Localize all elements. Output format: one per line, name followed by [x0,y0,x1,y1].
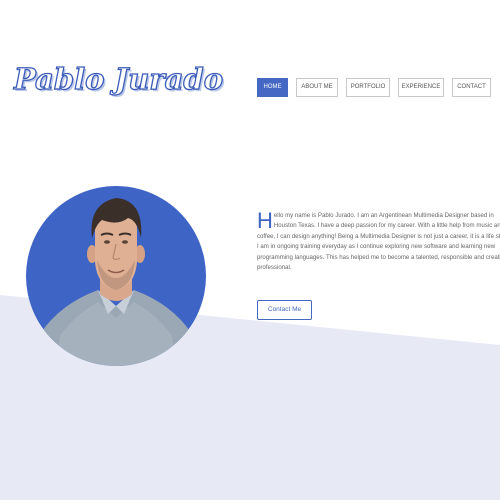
portrait-illustration [36,198,198,366]
nav-experience[interactable]: EXPERIENCE [398,78,444,97]
nav-contact[interactable]: CONTACT [452,78,491,97]
site-logo[interactable]: Pablo Jurado [13,61,223,96]
nav-about-me[interactable]: ABOUT ME [296,78,338,97]
intro-text: ello my name is Pablo Jurado. I am an Ar… [257,212,500,272]
nav-home[interactable]: HOME [257,78,288,97]
intro-paragraph: Hello my name is Pablo Jurado. I am an A… [257,208,500,273]
contact-me-button[interactable]: Contact Me [257,300,312,320]
profile-photo [26,186,206,366]
nav-portfolio[interactable]: PORTFOLIO [346,78,390,97]
intro-dropcap: H [257,208,273,233]
